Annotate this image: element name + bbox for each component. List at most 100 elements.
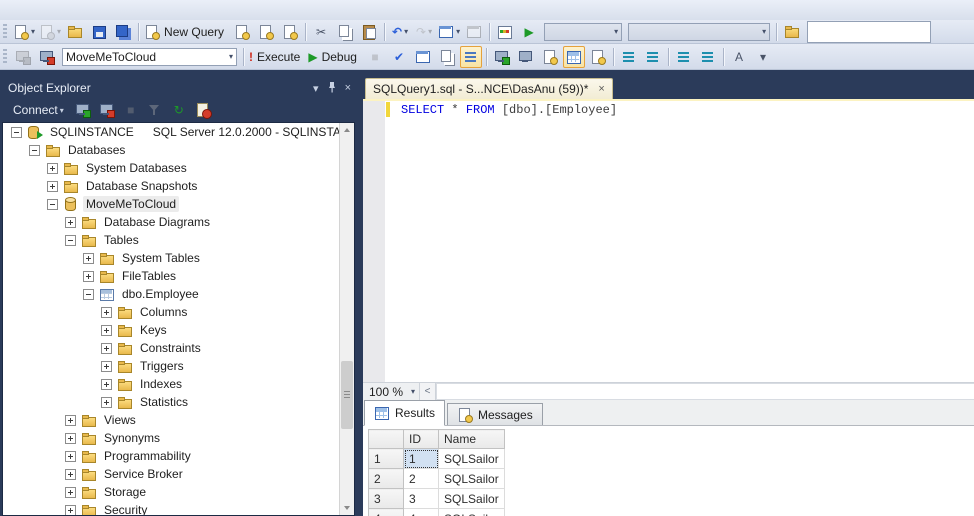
execute-button[interactable]: !Execute bbox=[248, 46, 305, 68]
dmx-query-icon[interactable] bbox=[255, 21, 277, 43]
navigate-forward-icon[interactable] bbox=[463, 21, 485, 43]
new-query-button[interactable]: New Query bbox=[143, 21, 229, 43]
collapse-icon[interactable] bbox=[65, 235, 76, 246]
expand-icon[interactable] bbox=[101, 397, 112, 408]
debug-button[interactable]: ▶Debug bbox=[307, 46, 362, 68]
new-connection-icon[interactable]: ▾ bbox=[12, 21, 36, 43]
toolbar-overflow-icon[interactable]: ▾ bbox=[752, 46, 774, 68]
tree-item-databases[interactable]: Databases bbox=[3, 141, 354, 159]
oe-filter-icon[interactable] bbox=[144, 99, 166, 121]
undo-icon[interactable]: ↶▾ bbox=[389, 21, 411, 43]
cut-icon[interactable]: ✂ bbox=[310, 21, 332, 43]
client-statistics-icon[interactable] bbox=[515, 46, 537, 68]
expand-icon[interactable] bbox=[47, 163, 58, 174]
change-connection-icon[interactable] bbox=[36, 46, 58, 68]
tree-item-security[interactable]: Security bbox=[3, 501, 354, 516]
results-to-text-icon[interactable] bbox=[539, 46, 561, 68]
save-icon[interactable] bbox=[88, 21, 110, 43]
expand-icon[interactable] bbox=[65, 433, 76, 444]
expand-icon[interactable] bbox=[65, 469, 76, 480]
oe-stop-icon[interactable]: ■ bbox=[120, 99, 142, 121]
xmla-query-icon[interactable] bbox=[279, 21, 301, 43]
expand-icon[interactable] bbox=[65, 415, 76, 426]
tree-item-programmability[interactable]: Programmability bbox=[3, 447, 354, 465]
results-to-grid-icon[interactable] bbox=[563, 46, 585, 68]
grid-cell[interactable]: 1 bbox=[404, 449, 439, 469]
tree-item-columns[interactable]: Columns bbox=[3, 303, 354, 321]
tree-item-database-diagrams[interactable]: Database Diagrams bbox=[3, 213, 354, 231]
parse-icon[interactable]: ✔ bbox=[388, 46, 410, 68]
oe-connect-icon[interactable] bbox=[72, 99, 94, 121]
paste-icon[interactable] bbox=[358, 21, 380, 43]
tree-item-movemetocloud[interactable]: MoveMeToCloud bbox=[3, 195, 354, 213]
expand-icon[interactable] bbox=[101, 361, 112, 372]
connect-icon[interactable] bbox=[12, 46, 34, 68]
tree-item-keys[interactable]: Keys bbox=[3, 321, 354, 339]
collapse-icon[interactable] bbox=[11, 127, 22, 138]
tree-item-system-databases[interactable]: System Databases bbox=[3, 159, 354, 177]
grid-cell[interactable]: SQLSailor bbox=[439, 469, 505, 489]
grid-row-header[interactable]: 1 bbox=[369, 449, 404, 469]
expand-icon[interactable] bbox=[101, 343, 112, 354]
estimated-plan-icon[interactable] bbox=[412, 46, 434, 68]
grid-cell[interactable]: 2 bbox=[404, 469, 439, 489]
grid-corner-cell[interactable] bbox=[369, 430, 404, 449]
scroll-up-icon[interactable] bbox=[340, 123, 354, 138]
tree-item-constraints[interactable]: Constraints bbox=[3, 339, 354, 357]
increase-indent-icon[interactable] bbox=[697, 46, 719, 68]
intellisense-icon[interactable] bbox=[460, 46, 482, 68]
copy-icon[interactable] bbox=[334, 21, 356, 43]
expand-icon[interactable] bbox=[101, 325, 112, 336]
tree-item-statistics[interactable]: Statistics bbox=[3, 393, 354, 411]
window-position-icon[interactable]: ▾ bbox=[313, 82, 319, 95]
query-tab[interactable]: SQLQuery1.sql - S...NCE\DasAnu (59))* × bbox=[365, 78, 613, 99]
expand-icon[interactable] bbox=[65, 451, 76, 462]
actual-plan-icon[interactable] bbox=[491, 46, 513, 68]
find-in-files-icon[interactable] bbox=[781, 21, 803, 43]
results-to-file-icon[interactable] bbox=[587, 46, 609, 68]
tree-item-synonyms[interactable]: Synonyms bbox=[3, 429, 354, 447]
connect-button[interactable]: Connect ▾ bbox=[7, 98, 70, 122]
save-all-icon[interactable] bbox=[112, 21, 134, 43]
tab-results[interactable]: Results bbox=[364, 400, 445, 426]
template-parameters-icon[interactable]: A bbox=[728, 46, 750, 68]
grid-cell[interactable]: 3 bbox=[404, 489, 439, 509]
tree-item-sqlinstance[interactable]: SQLINSTANCESQL Server 12.0.2000 - SQLINS… bbox=[3, 123, 354, 141]
new-from-existing-icon[interactable]: ▾ bbox=[38, 21, 62, 43]
expand-icon[interactable] bbox=[83, 271, 94, 282]
toolbar-combo-2[interactable]: ▾ bbox=[628, 23, 770, 41]
hscrollbar[interactable] bbox=[436, 383, 974, 400]
grid-cell[interactable]: SQLSailor bbox=[439, 449, 505, 469]
grid-row-header[interactable]: 4 bbox=[369, 509, 404, 516]
zoom-select[interactable]: 100 % ▾ bbox=[363, 383, 420, 400]
comment-icon[interactable] bbox=[618, 46, 640, 68]
tree-item-service-broker[interactable]: Service Broker bbox=[3, 465, 354, 483]
tree-item-triggers[interactable]: Triggers bbox=[3, 357, 354, 375]
expand-icon[interactable] bbox=[65, 217, 76, 228]
close-icon[interactable]: × bbox=[345, 82, 351, 94]
oe-refresh-icon[interactable]: ↻ bbox=[168, 99, 190, 121]
stop-icon[interactable]: ■ bbox=[364, 46, 386, 68]
toolbar-grip[interactable] bbox=[3, 24, 7, 40]
tree-item-views[interactable]: Views bbox=[3, 411, 354, 429]
tree-item-filetables[interactable]: FileTables bbox=[3, 267, 354, 285]
expand-icon[interactable] bbox=[65, 505, 76, 516]
collapse-icon[interactable] bbox=[83, 289, 94, 300]
mdx-query-icon[interactable] bbox=[231, 21, 253, 43]
start-icon[interactable]: ▶ bbox=[518, 21, 540, 43]
expand-icon[interactable] bbox=[101, 307, 112, 318]
decrease-indent-icon[interactable] bbox=[673, 46, 695, 68]
query-editor[interactable]: SELECT * FROM [dbo].[Employee] bbox=[363, 101, 974, 382]
tree-item-dbo-employee[interactable]: dbo.Employee bbox=[3, 285, 354, 303]
navigate-back-icon[interactable]: ▾ bbox=[437, 21, 461, 43]
expand-icon[interactable] bbox=[101, 379, 112, 390]
grid-column-header[interactable]: ID bbox=[404, 430, 439, 449]
search-input[interactable] bbox=[807, 21, 931, 43]
tree-item-storage[interactable]: Storage bbox=[3, 483, 354, 501]
expand-icon[interactable] bbox=[65, 487, 76, 498]
tree-item-database-snapshots[interactable]: Database Snapshots bbox=[3, 177, 354, 195]
collapse-icon[interactable] bbox=[47, 199, 58, 210]
grid-column-header[interactable]: Name bbox=[439, 430, 505, 449]
tree-item-system-tables[interactable]: System Tables bbox=[3, 249, 354, 267]
grid-row-header[interactable]: 2 bbox=[369, 469, 404, 489]
